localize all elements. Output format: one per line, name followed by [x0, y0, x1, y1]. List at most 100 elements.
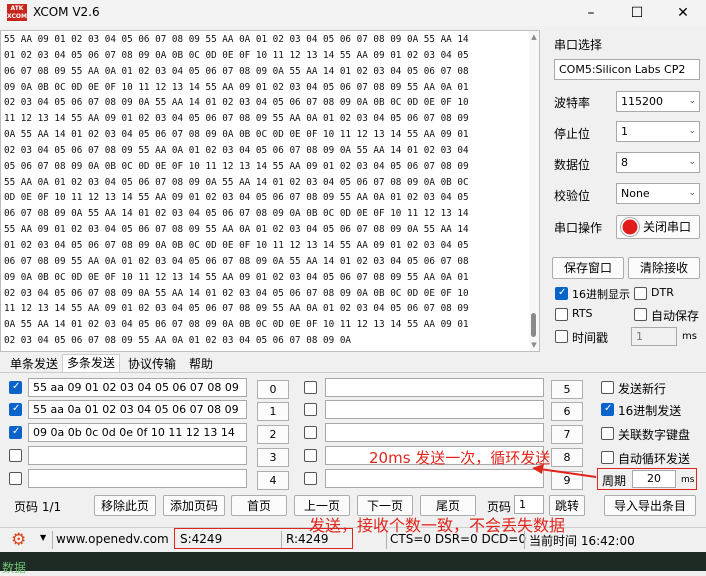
send-row-checkbox[interactable] — [9, 426, 22, 439]
receive-line: 0A 55 AA 14 01 02 03 04 05 06 07 08 09 0… — [4, 129, 469, 141]
port-value: COM5:Silicon Labs CP2 — [559, 63, 686, 76]
annotation-arrow — [532, 464, 597, 478]
port-op-label: 串口操作 — [554, 221, 603, 235]
tab-protocol[interactable]: 协议传输 — [124, 356, 180, 373]
send-row-checkbox[interactable] — [304, 449, 317, 462]
send-newline-label: 发送新行 — [618, 382, 667, 396]
port-select[interactable]: COM5:Silicon Labs CP2 — [554, 59, 700, 80]
send-row-button[interactable]: 4 — [257, 471, 289, 490]
receive-line: 06 07 08 09 0A 55 AA 14 01 02 03 04 05 0… — [4, 208, 469, 220]
keypad-label: 关联数字键盘 — [618, 428, 691, 442]
data-bits-label: 数据位 — [554, 158, 591, 172]
receive-line: 0D 0E 0F 10 11 12 13 14 55 AA 09 01 02 0… — [4, 192, 469, 204]
timestamp-label: 时间戳 — [572, 331, 609, 345]
hex-display-checkbox[interactable] — [555, 287, 568, 300]
send-row-checkbox[interactable] — [9, 472, 22, 485]
send-row-input[interactable]: 09 0a 0b 0c 0d 0e 0f 10 11 12 13 14 — [28, 423, 247, 442]
send-row-button[interactable]: 7 — [551, 425, 583, 444]
send-row-checkbox[interactable] — [9, 403, 22, 416]
rts-label: RTS — [572, 307, 593, 320]
stop-bits-select[interactable]: 1 ⌄ — [616, 121, 700, 142]
dtr-checkbox[interactable] — [634, 287, 647, 300]
import-export-button[interactable]: 导入导出条目 — [604, 495, 696, 516]
auto-save-checkbox[interactable] — [634, 308, 647, 321]
period-input[interactable]: 20 — [632, 470, 676, 488]
send-row-input[interactable] — [325, 469, 544, 488]
parity-select[interactable]: None ⌄ — [616, 183, 700, 204]
period-label: 周期 — [602, 474, 627, 488]
receive-line: 0A 55 AA 14 01 02 03 04 05 06 07 08 09 0… — [4, 319, 469, 331]
clear-receive-button[interactable]: 清除接收 — [628, 257, 700, 279]
send-row-checkbox[interactable] — [304, 426, 317, 439]
background-strip: 数据 — [0, 552, 706, 575]
receive-line: 06 07 08 09 55 AA 0A 01 02 03 04 05 06 0… — [4, 65, 469, 77]
receive-area[interactable]: 55 AA 09 01 02 03 04 05 06 07 08 09 55 A… — [0, 30, 540, 352]
app-logo: ATK XCOM — [7, 4, 27, 21]
auto-loop-checkbox[interactable] — [601, 451, 614, 464]
receive-line: 11 12 13 14 55 AA 09 01 02 03 04 05 06 0… — [4, 303, 469, 315]
keypad-checkbox[interactable] — [601, 427, 614, 440]
close-button[interactable]: ✕ — [660, 0, 706, 26]
send-row-input[interactable] — [325, 400, 544, 419]
scroll-up-icon[interactable]: ▲ — [529, 33, 539, 41]
send-row-checkbox[interactable] — [304, 381, 317, 394]
maximize-button[interactable]: ☐ — [614, 0, 660, 26]
receive-scrollbar[interactable]: ▲ ▼ — [529, 31, 539, 351]
close-port-label: 关闭串口 — [643, 220, 692, 234]
save-window-button[interactable]: 保存窗口 — [552, 257, 624, 279]
status-separator — [52, 531, 53, 549]
receive-line: 09 0A 0B 0C 0D 0E 0F 10 11 12 13 14 55 A… — [4, 271, 469, 283]
auto-loop-label: 自动循环发送 — [618, 452, 691, 466]
timestamp-checkbox[interactable] — [555, 330, 568, 343]
gear-icon[interactable]: ⚙ — [11, 530, 26, 550]
hex-send-checkbox[interactable] — [601, 403, 614, 416]
website-link[interactable]: www.openedv.com — [56, 532, 169, 546]
chevron-down-icon: ⌄ — [688, 188, 696, 198]
send-row-input[interactable] — [325, 378, 544, 397]
receive-line: 02 03 04 05 06 07 08 09 55 AA 0A 01 02 0… — [4, 335, 352, 347]
send-row-checkbox[interactable] — [9, 449, 22, 462]
scroll-thumb[interactable] — [531, 313, 536, 337]
send-row-input[interactable] — [28, 469, 247, 488]
tab-help[interactable]: 帮助 — [184, 356, 218, 373]
baud-select[interactable]: 115200 ⌄ — [616, 91, 700, 112]
tab-single-send[interactable]: 单条发送 — [8, 356, 60, 373]
rts-checkbox[interactable] — [555, 308, 568, 321]
timestamp-input[interactable]: 1 — [631, 327, 677, 346]
send-row-button[interactable]: 2 — [257, 425, 289, 444]
receive-text: 55 AA 09 01 02 03 04 05 06 07 08 09 55 A… — [4, 32, 510, 350]
tab-multi-send[interactable]: 多条发送 — [62, 354, 120, 373]
baud-value: 115200 — [621, 95, 663, 108]
chevron-down-icon[interactable]: ▼ — [40, 533, 46, 542]
receive-line: 02 03 04 05 06 07 08 09 0A 55 AA 14 01 0… — [4, 287, 469, 299]
auto-save-label: 自动保存 — [651, 309, 700, 323]
hex-display-label: 16进制显示 — [572, 288, 630, 301]
stop-bits-value: 1 — [621, 125, 628, 138]
period-unit: ms — [681, 475, 695, 485]
send-row-checkbox[interactable] — [304, 403, 317, 416]
scroll-down-icon[interactable]: ▼ — [529, 341, 539, 349]
data-bits-select[interactable]: 8 ⌄ — [616, 152, 700, 173]
stop-bits-label: 停止位 — [554, 127, 591, 141]
send-newline-checkbox[interactable] — [601, 381, 614, 394]
send-row-button[interactable]: 6 — [551, 402, 583, 421]
window-title: XCOM V2.6 — [33, 5, 100, 19]
send-row-checkbox[interactable] — [9, 381, 22, 394]
send-row-input[interactable]: 55 aa 0a 01 02 03 04 05 06 07 08 09 — [28, 400, 247, 419]
first-page-button[interactable]: 首页 — [231, 495, 287, 516]
send-row-button[interactable]: 0 — [257, 380, 289, 399]
close-port-button[interactable]: 关闭串口 — [616, 215, 700, 239]
background-text: 数据 — [2, 561, 27, 575]
remove-page-button[interactable]: 移除此页 — [94, 495, 156, 516]
send-row-button[interactable]: 1 — [257, 402, 289, 421]
send-row-input[interactable] — [28, 446, 247, 465]
add-page-button[interactable]: 添加页码 — [163, 495, 225, 516]
send-row-button[interactable]: 3 — [257, 448, 289, 467]
send-row-input[interactable] — [325, 423, 544, 442]
receive-line: 09 0A 0B 0C 0D 0E 0F 10 11 12 13 14 55 A… — [4, 81, 469, 93]
send-row-input[interactable]: 55 aa 09 01 02 03 04 05 06 07 08 09 — [28, 378, 247, 397]
minimize-button[interactable]: – — [568, 0, 614, 26]
send-row-checkbox[interactable] — [304, 472, 317, 485]
send-row-button[interactable]: 5 — [551, 380, 583, 399]
chevron-down-icon: ⌄ — [688, 126, 696, 136]
